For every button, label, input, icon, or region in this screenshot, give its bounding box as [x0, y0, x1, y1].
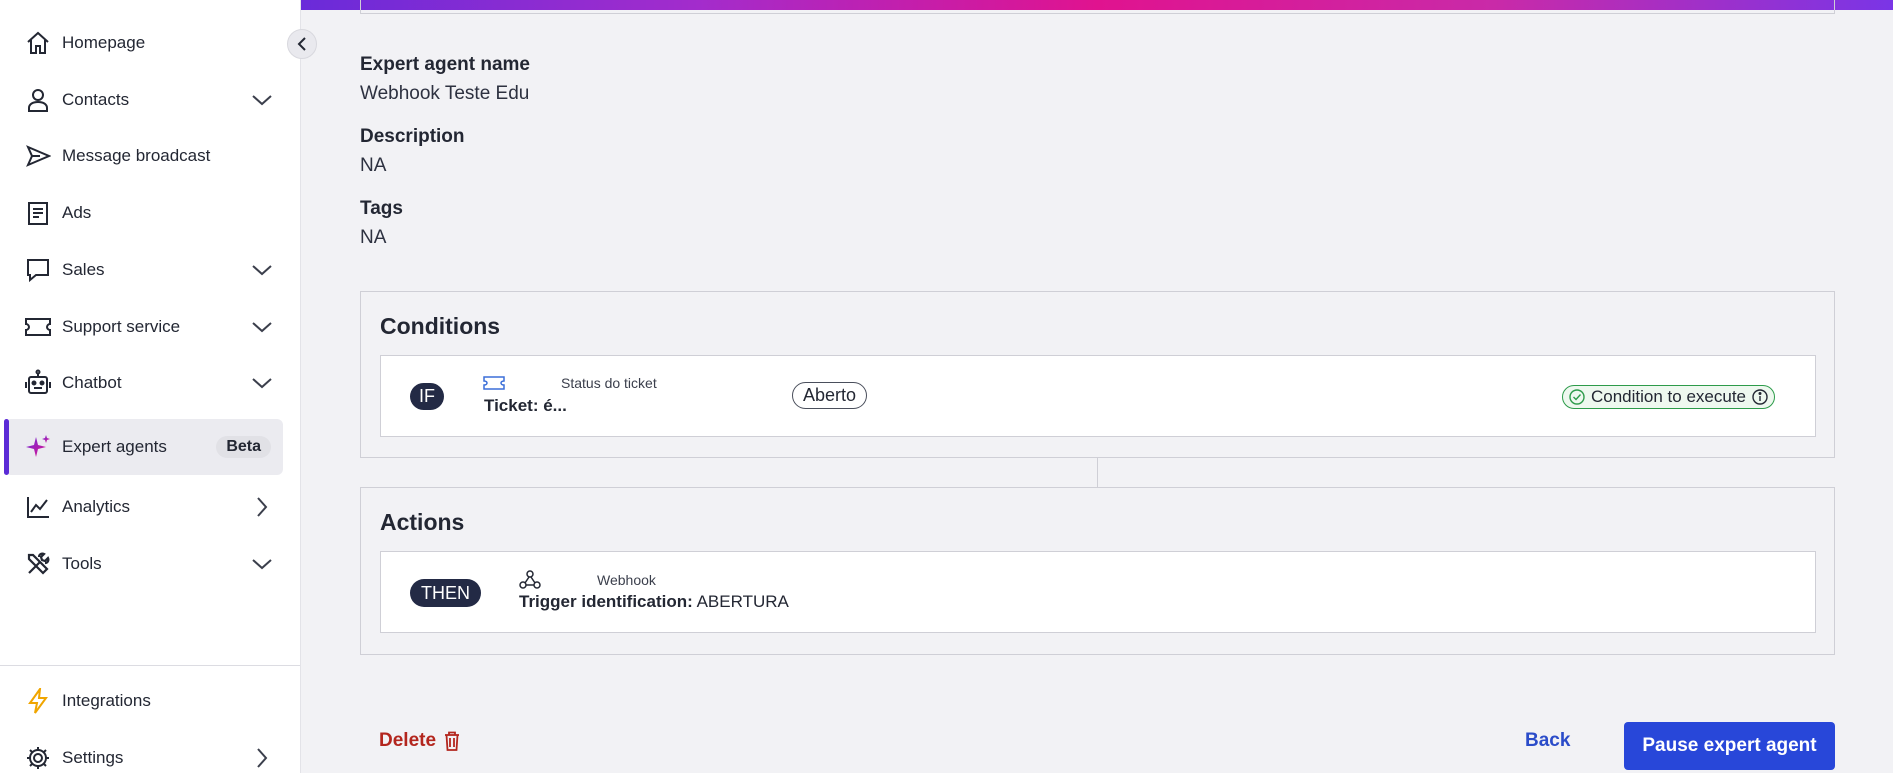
- sidebar-item-integrations[interactable]: Integrations: [0, 675, 300, 727]
- agent-name-value: Webhook Teste Edu: [360, 83, 530, 104]
- sidebar-item-ads[interactable]: Ads: [0, 187, 300, 239]
- condition-field: Ticket: é...: [484, 396, 567, 415]
- sidebar-item-label: Sales: [62, 260, 105, 279]
- sidebar-item-settings[interactable]: Settings: [0, 732, 300, 773]
- delete-label: Delete: [379, 730, 437, 751]
- sidebar-item-label: Tools: [62, 554, 102, 573]
- sidebar: Homepage Contacts Message broadcast Ads …: [0, 0, 301, 773]
- sidebar-item-label: Homepage: [62, 33, 146, 52]
- sidebar-item-support-service[interactable]: Support service: [0, 301, 300, 353]
- sidebar-item-label: Settings: [62, 748, 124, 767]
- sidebar-item-expert-agents[interactable]: Expert agents Beta: [4, 419, 283, 475]
- home-icon: [24, 29, 52, 57]
- condition-row: IF Status do ticket Ticket: é... Aberto …: [380, 355, 1816, 437]
- robot-icon: [24, 369, 52, 397]
- ticket-icon: [483, 375, 505, 396]
- chevron-right-icon[interactable]: [248, 493, 276, 521]
- condition-value-pill: Aberto: [792, 382, 868, 409]
- actions-title: Actions: [380, 509, 465, 535]
- sidebar-item-label: Analytics: [62, 497, 131, 516]
- condition-to-execute-label: Condition to execute: [1591, 387, 1746, 406]
- description-value: NA: [360, 155, 387, 176]
- ticket-icon: [24, 313, 52, 341]
- trigger-identification: Trigger identification: ABERTURA: [519, 592, 789, 612]
- chevron-down-icon[interactable]: [248, 313, 276, 341]
- sidebar-item-label: Expert agents: [62, 437, 167, 456]
- then-pill: THEN: [410, 579, 481, 607]
- conditions-panel: Conditions IF Status do ticket Ticket: é…: [360, 291, 1835, 458]
- description-label: Description: [360, 126, 465, 147]
- sidebar-item-label: Ads: [62, 203, 92, 222]
- sidebar-item-label: Chatbot: [62, 373, 122, 392]
- webhook-icon: [519, 569, 541, 594]
- if-pill: IF: [410, 383, 444, 410]
- gear-icon: [24, 744, 52, 772]
- sidebar-item-label: Contacts: [62, 90, 130, 109]
- line-chart-icon: [24, 493, 52, 521]
- tags-value: NA: [360, 227, 387, 248]
- sidebar-divider: [0, 665, 300, 666]
- sidebar-item-homepage[interactable]: Homepage: [0, 17, 300, 69]
- conditions-title: Conditions: [380, 313, 501, 339]
- condition-to-execute-badge[interactable]: Condition to execute: [1562, 385, 1775, 409]
- field-caption: Status do ticket: [561, 375, 657, 391]
- send-icon: [24, 142, 52, 170]
- sidebar-item-sales[interactable]: Sales: [0, 244, 300, 296]
- sidebar-item-label: Message broadcast: [62, 146, 211, 165]
- sidebar-item-label: Integrations: [62, 691, 151, 710]
- check-circle-icon: [1569, 389, 1585, 405]
- document-icon: [24, 199, 52, 227]
- sidebar-item-chatbot[interactable]: Chatbot: [0, 357, 300, 409]
- chat-bubble-icon: [24, 256, 52, 284]
- back-button[interactable]: Back: [1525, 730, 1570, 752]
- chevron-right-icon[interactable]: [248, 744, 276, 772]
- flow-connector: [1097, 458, 1098, 487]
- sidebar-item-label: Support service: [62, 317, 181, 336]
- person-icon: [24, 86, 52, 114]
- chevron-left-icon: [297, 37, 306, 51]
- lightning-icon: [24, 687, 52, 715]
- delete-button[interactable]: Delete: [379, 730, 460, 752]
- previous-card-edge: [360, 0, 1835, 14]
- actions-panel: Actions THEN Webhook Trigger identificat…: [360, 487, 1835, 655]
- sidebar-item-analytics[interactable]: Analytics: [0, 481, 300, 533]
- pause-expert-agent-button[interactable]: Pause expert agent: [1624, 722, 1835, 770]
- action-row: THEN Webhook Trigger identification: ABE…: [380, 551, 1816, 633]
- sparkle-icon: [24, 433, 52, 461]
- sidebar-item-tools[interactable]: Tools: [0, 538, 300, 590]
- agent-name-label: Expert agent name: [360, 54, 530, 75]
- sidebar-item-message-broadcast[interactable]: Message broadcast: [0, 130, 300, 182]
- info-icon[interactable]: [1752, 389, 1768, 405]
- chevron-down-icon[interactable]: [248, 550, 276, 578]
- chevron-down-icon[interactable]: [248, 256, 276, 284]
- beta-badge: Beta: [216, 436, 271, 458]
- chevron-down-icon[interactable]: [248, 86, 276, 114]
- chevron-down-icon[interactable]: [248, 369, 276, 397]
- collapse-sidebar-button[interactable]: [287, 29, 317, 59]
- tools-icon: [24, 550, 52, 578]
- trash-icon: [445, 731, 460, 751]
- trigger-label: Trigger identification:: [519, 592, 693, 611]
- trigger-value: ABERTURA: [696, 592, 789, 611]
- sidebar-item-contacts[interactable]: Contacts: [0, 74, 300, 126]
- action-type-caption: Webhook: [597, 572, 656, 588]
- tags-label: Tags: [360, 198, 403, 219]
